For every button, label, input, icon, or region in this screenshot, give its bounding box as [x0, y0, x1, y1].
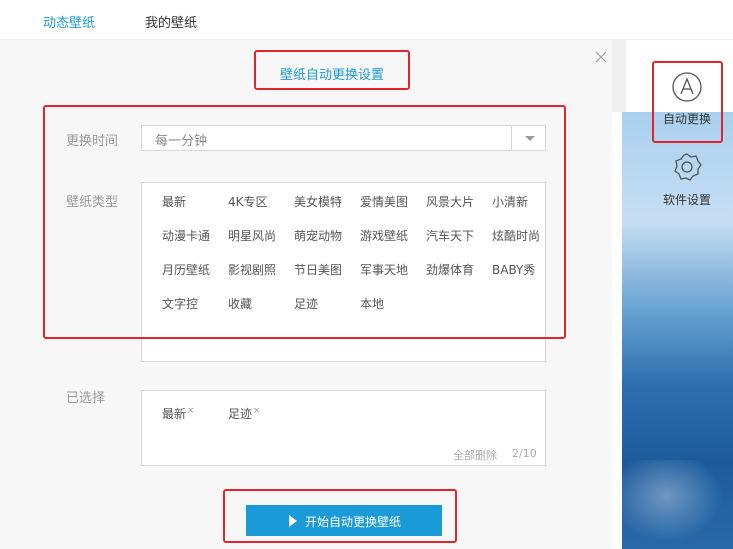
- sidebar-gap: [612, 112, 622, 549]
- start-auto-change-button[interactable]: 开始自动更换壁纸: [246, 505, 442, 536]
- gear-icon[interactable]: [671, 151, 703, 183]
- category-item[interactable]: 最新: [162, 193, 186, 210]
- interval-value: 每一分钟: [155, 134, 208, 149]
- category-item[interactable]: 4K专区: [228, 193, 268, 210]
- selected-box: 最新× 足迹× 全部删除 2/10: [141, 390, 546, 466]
- category-item[interactable]: 月历壁纸: [162, 261, 210, 278]
- selected-chip[interactable]: 足迹×: [228, 405, 261, 422]
- category-item[interactable]: 劲爆体育: [426, 261, 474, 278]
- chip-label: 最新: [162, 407, 187, 421]
- select-divider: [511, 126, 512, 150]
- tab-my-wallpaper[interactable]: 我的壁纸: [145, 12, 197, 31]
- remove-icon[interactable]: ×: [253, 406, 261, 416]
- category-item[interactable]: 足迹: [294, 295, 318, 312]
- category-item[interactable]: 节日美图: [294, 261, 342, 278]
- category-item[interactable]: 汽车天下: [426, 227, 474, 244]
- interval-select[interactable]: 每一分钟: [141, 125, 546, 151]
- category-item[interactable]: 炫酷时尚: [492, 227, 540, 244]
- category-item[interactable]: 影视剧照: [228, 261, 276, 278]
- remove-icon[interactable]: ×: [187, 406, 195, 416]
- interval-label: 更换时间: [66, 134, 119, 149]
- start-button-label: 开始自动更换壁纸: [305, 515, 402, 529]
- selected-chip[interactable]: 最新×: [162, 405, 195, 422]
- category-item[interactable]: 美女模特: [294, 193, 342, 210]
- top-tab-bar: 动态壁纸 我的壁纸: [0, 0, 733, 40]
- selected-label: 已选择: [66, 391, 106, 406]
- software-settings-label[interactable]: 软件设置: [663, 191, 711, 208]
- chip-label: 足迹: [228, 407, 253, 421]
- category-item[interactable]: 收藏: [228, 295, 252, 312]
- category-item[interactable]: 动漫卡通: [162, 227, 210, 244]
- play-icon: [289, 515, 297, 527]
- panel-title: 壁纸自动更换设置: [279, 68, 384, 83]
- category-box: 最新 4K专区 美女模特 爱情美图 风景大片 小清新 动漫卡通 明星风尚 萌宠动…: [141, 182, 546, 362]
- category-item[interactable]: BABY秀: [492, 261, 535, 278]
- category-item[interactable]: 文字控: [162, 295, 198, 312]
- tab-dynamic-wallpaper[interactable]: 动态壁纸: [43, 12, 95, 31]
- clear-all-link[interactable]: 全部删除: [453, 447, 497, 463]
- wallpaper-foam: [622, 460, 733, 549]
- category-item[interactable]: 风景大片: [426, 193, 474, 210]
- auto-change-icon[interactable]: [671, 71, 703, 103]
- category-item[interactable]: 本地: [360, 295, 384, 312]
- category-item[interactable]: 小清新: [492, 193, 528, 210]
- type-label: 壁纸类型: [66, 195, 119, 210]
- category-item[interactable]: 军事天地: [360, 261, 408, 278]
- category-item[interactable]: 游戏壁纸: [360, 227, 408, 244]
- auto-change-label[interactable]: 自动更换: [663, 110, 711, 127]
- chevron-down-icon[interactable]: [523, 131, 537, 145]
- category-item[interactable]: 明星风尚: [228, 227, 276, 244]
- category-item[interactable]: 萌宠动物: [294, 227, 342, 244]
- selection-count: 2/10: [512, 447, 537, 460]
- category-item[interactable]: 爱情美图: [360, 193, 408, 210]
- close-icon[interactable]: [594, 50, 608, 64]
